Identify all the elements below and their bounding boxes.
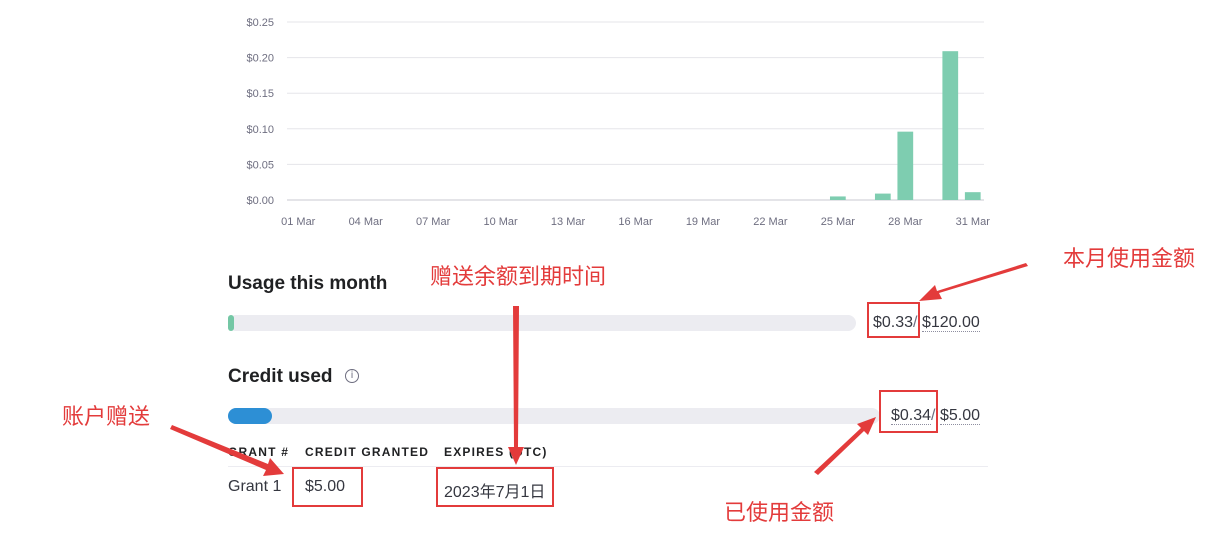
- chart-bar: [829, 196, 846, 200]
- x-tick-label: 01 Mar: [281, 216, 316, 228]
- header-credit-granted: CREDIT GRANTED: [305, 445, 430, 459]
- annotation-expiry: 赠送余额到期时间: [430, 265, 607, 290]
- y-tick-label: $0.00: [246, 195, 274, 207]
- x-tick-label: 16 Mar: [618, 216, 653, 228]
- usage-this-month-title: Usage this month: [228, 273, 388, 294]
- header-grant-number: GRANT #: [228, 445, 290, 459]
- annotation-account-grant: 账户赠送: [62, 405, 151, 430]
- highlight-credit-used: [879, 390, 938, 433]
- y-tick-label: $0.25: [246, 17, 274, 29]
- x-tick-label: 31 Mar: [956, 216, 991, 228]
- highlight-credit-granted: [292, 467, 363, 507]
- highlight-expires: [436, 467, 554, 507]
- credit-progress-fill: [228, 408, 273, 424]
- arrow-month-used: [919, 263, 1028, 301]
- x-tick-label: 04 Mar: [349, 216, 384, 228]
- chart-bar: [897, 131, 914, 200]
- annotation-month-used: 本月使用金额: [1063, 247, 1196, 272]
- highlight-month-used: [867, 302, 920, 338]
- y-tick-label: $0.05: [246, 159, 274, 171]
- x-tick-label: 07 Mar: [416, 216, 451, 228]
- y-tick-label: $0.20: [246, 53, 274, 65]
- y-tick-label: $0.10: [246, 124, 274, 136]
- usage-progress-bar: [228, 315, 856, 331]
- grant-name: Grant 1: [228, 478, 282, 495]
- x-tick-label: 25 Mar: [821, 216, 856, 228]
- credit-used-title: Credit used: [228, 366, 333, 387]
- info-icon[interactable]: i: [345, 369, 359, 383]
- annotation-used-amount: 已使用金额: [724, 501, 835, 526]
- x-tick-label: 28 Mar: [888, 216, 923, 228]
- credit-total-value[interactable]: $5.00: [939, 407, 980, 425]
- x-tick-label: 13 Mar: [551, 216, 586, 228]
- x-tick-label: 10 Mar: [483, 216, 518, 228]
- usage-bar-chart: $0.00 $0.05 $0.10 $0.15 $0.20 $0.25 01 Mar 04 …: [246, 17, 991, 228]
- usage-limit-value[interactable]: $120.00: [921, 314, 980, 332]
- usage-progress-fill: [228, 315, 234, 331]
- chart-bar: [942, 51, 959, 200]
- y-tick-label: $0.15: [246, 88, 274, 100]
- x-tick-label: 19 Mar: [686, 216, 721, 228]
- x-tick-label: 22 Mar: [753, 216, 788, 228]
- credit-progress-bar: [228, 408, 880, 424]
- header-expires: EXPIRES (UTC): [444, 445, 548, 459]
- chart-bar: [964, 192, 981, 200]
- chart-bar: [874, 193, 891, 200]
